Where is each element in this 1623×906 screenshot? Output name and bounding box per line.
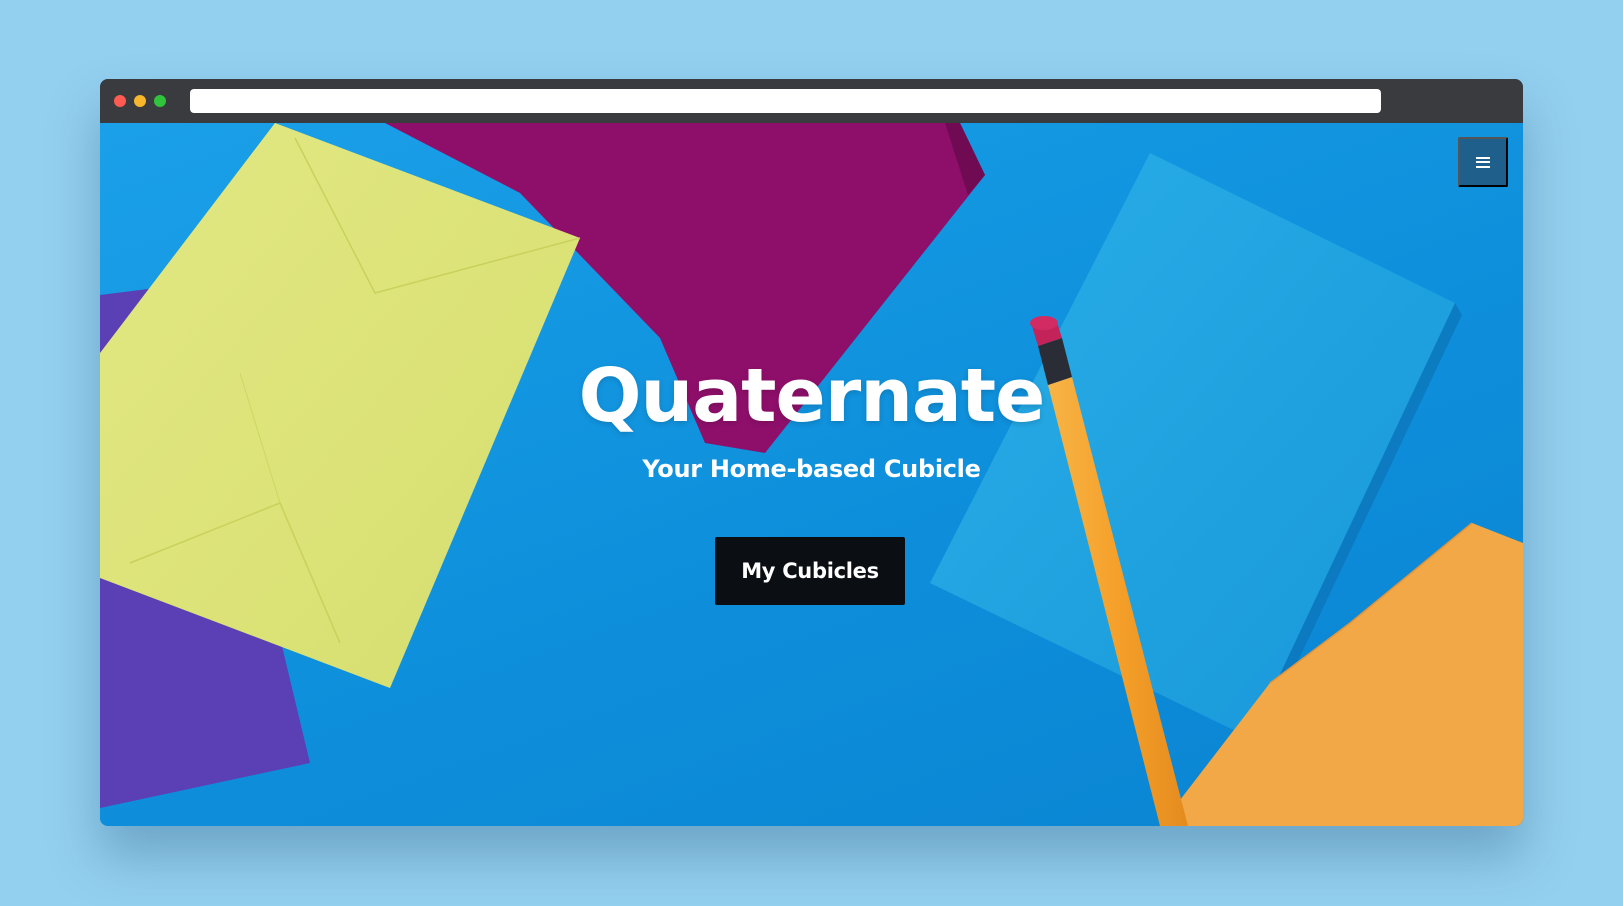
maximize-dot[interactable]	[154, 95, 166, 107]
site-tagline: Your Home-based Cubicle	[642, 455, 981, 483]
site-title: Quaternate	[578, 353, 1046, 439]
address-bar[interactable]	[190, 89, 1381, 113]
minimize-dot[interactable]	[134, 95, 146, 107]
browser-window: Quaternate Your Home-based Cubicle My Cu…	[100, 79, 1523, 826]
hero-section: Quaternate Your Home-based Cubicle My Cu…	[100, 123, 1523, 826]
close-dot[interactable]	[114, 95, 126, 107]
browser-titlebar	[100, 79, 1523, 123]
my-cubicles-button[interactable]: My Cubicles	[715, 537, 905, 605]
menu-button[interactable]	[1458, 137, 1508, 187]
hamburger-menu-icon	[1476, 156, 1490, 168]
